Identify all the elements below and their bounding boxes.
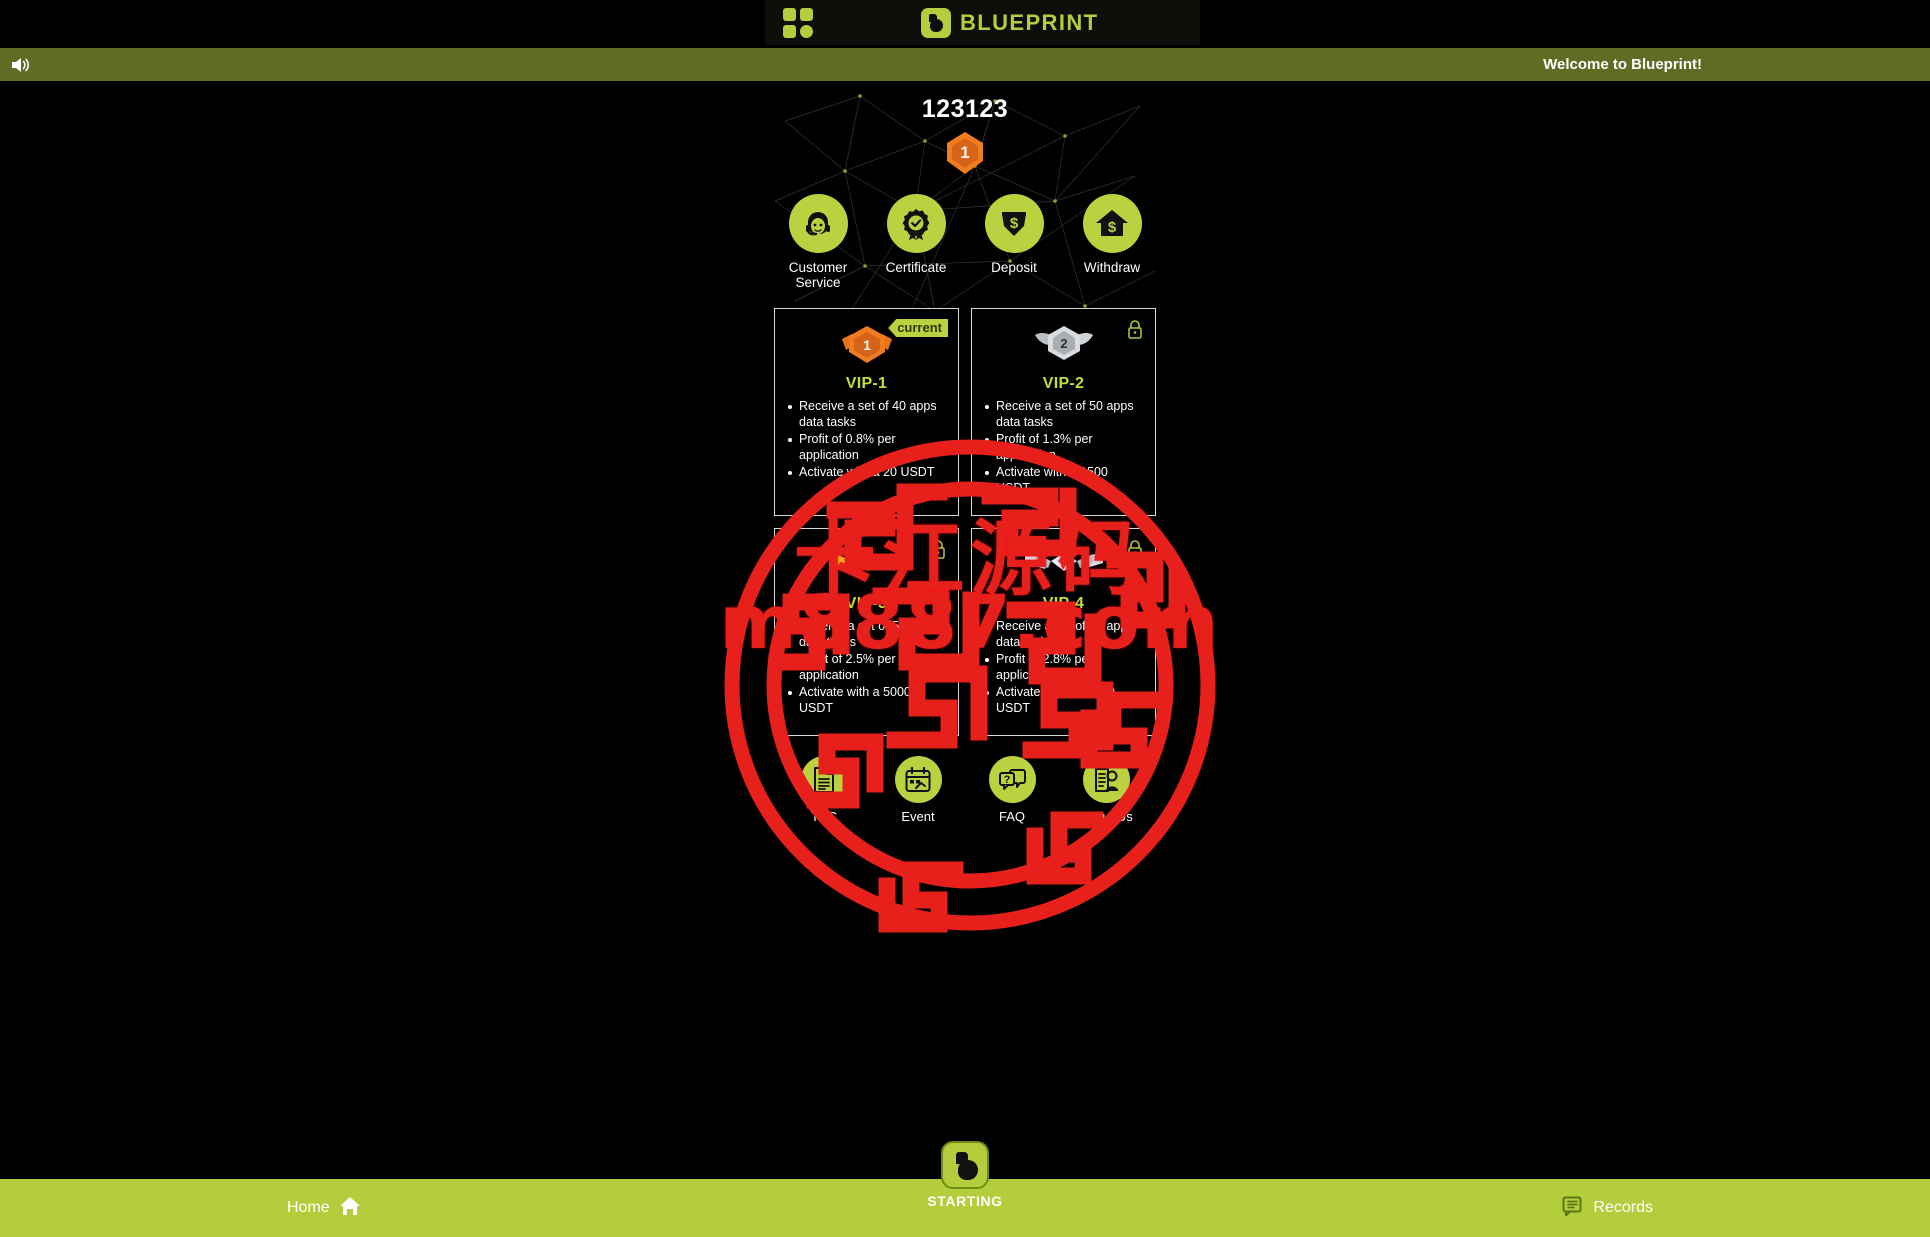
vip-card-header: 4 [982,537,1145,599]
lock-icon [1127,539,1143,564]
info-action-label: Event [901,809,935,824]
vip-benefit: Receive a set of 40 apps data tasks [785,399,948,430]
info-action-faq[interactable]: ? FAQ [979,756,1045,824]
vip-benefit-list: Receive a set of 40 apps data tasks Prof… [785,399,948,481]
vip-benefit: Profit of 0.8% per application [785,432,948,463]
info-action-tc[interactable]: T&C [791,756,857,824]
nav-item-records[interactable]: Records [1562,1196,1653,1221]
quick-action-label: Certificate [885,260,947,275]
quick-action-certificate[interactable]: Certificate [880,194,952,290]
blueprint-logo-icon [921,7,951,38]
vip-benefit: Profit of 2.8% per application [982,652,1145,683]
top-header-bar: BLUEPRINT [765,0,1200,45]
grid-cell [800,7,813,21]
home-icon [339,1196,361,1221]
vip-benefit: Profit of 2.5% per application [785,652,948,683]
vip-benefit: Receive a set of 60 apps data tasks [982,619,1145,650]
vip-card-2[interactable]: 2 VIP-2 Receive a set of 50 apps data ta… [971,308,1156,516]
customer-service-icon [788,194,848,253]
lock-icon [930,539,946,564]
vip-benefit: Profit of 1.3% per application [982,432,1145,463]
vip-card-header: 3 [785,537,948,599]
svg-text:$: $ [1010,215,1019,232]
grid-cell [783,24,796,38]
speaker-icon[interactable] [10,55,32,75]
nav-item-home[interactable]: Home [287,1196,361,1221]
welcome-message: Welcome to Blueprint! [1543,56,1702,73]
deposit-icon: $ [984,194,1044,253]
nav-home-label: Home [287,1199,330,1216]
vip-benefit: Activate with a 1500 USDT [982,465,1145,496]
vip-card-header: 2 [982,317,1145,379]
quick-action-label: Deposit [991,260,1037,275]
svg-text:?: ? [1004,774,1011,786]
faq-chat-icon: ? [988,756,1036,803]
info-action-about-us[interactable]: About Us [1073,756,1139,824]
starting-button[interactable]: STARTING [905,1141,1025,1209]
blueprint-logo-icon [941,1141,989,1189]
svg-text:1: 1 [863,337,871,353]
vip-benefit-list: Receive a set of 55 apps data tasks Prof… [785,619,948,716]
vip-card-3[interactable]: 3 VIP-3 Receive a set of 55 apps data ta… [774,528,959,736]
quick-action-customer-service[interactable]: Customer Service [782,194,854,290]
svg-text:2: 2 [1060,336,1067,351]
vip-card-4[interactable]: 4 VIP-4 Receive a set of 60 apps data ta… [971,528,1156,736]
vip-benefit: Activate with a 20 USDT [785,465,948,481]
svg-text:1: 1 [960,143,969,162]
quick-actions-row: Customer Service Certificate $ Deposit $… [765,194,1165,290]
vip-benefit: Receive a set of 50 apps data tasks [982,399,1145,430]
vip-current-badge: current [888,319,948,337]
info-action-event[interactable]: Event [885,756,951,824]
vip-benefit: Activate with a 5000 USDT [785,685,948,716]
calendar-event-icon [894,756,942,803]
certificate-icon [886,194,946,253]
brand-logo: BLUEPRINT [921,7,1099,38]
svg-text:$: $ [1108,219,1117,236]
info-action-label: About Us [1079,809,1133,824]
quick-action-withdraw[interactable]: $ Withdraw [1076,194,1148,290]
withdraw-icon: $ [1082,194,1142,253]
info-actions-row: T&C Event ? FAQ About Us [765,756,1165,824]
vip-benefit: Activate with a 10000 USDT [982,685,1145,716]
grid-cell [800,24,813,38]
grid-cell [783,7,796,21]
welcome-banner: Welcome to Blueprint! [0,48,1930,81]
grid-apps-icon[interactable] [783,7,813,38]
brand-name: BLUEPRINT [960,9,1099,35]
nav-records-label: Records [1593,1199,1653,1216]
vip-card-header: 1 current [785,317,948,379]
vip-benefit-list: Receive a set of 50 apps data tasks Prof… [982,399,1145,496]
quick-action-label: Withdraw [1083,260,1141,275]
username-label: 123123 [921,95,1009,123]
silver-medal-2-icon: 2 [1031,321,1097,374]
vip-benefit: Receive a set of 55 apps data tasks [785,619,948,650]
info-action-label: T&C [811,809,837,824]
vip-benefit-list: Receive a set of 60 apps data tasks Prof… [982,619,1145,716]
main-content-column: 123123 1 Customer Service Certificate $ … [765,81,1165,1156]
records-icon [1562,1196,1584,1221]
gold-medal-3-icon: 3 [827,541,907,594]
bronze-medal-1-icon: 1 [836,321,898,374]
quick-action-deposit[interactable]: $ Deposit [978,194,1050,290]
platinum-medal-4-icon: 4 [1021,541,1107,594]
vip-rank-badge: 1 [765,126,1165,188]
starting-label: STARTING [927,1193,1003,1209]
svg-text:3: 3 [863,556,869,568]
app-screen: BLUEPRINT Welcome to Blueprint! 123123 1… [0,0,1930,1237]
vip-levels-grid: 1 current VIP-1 Receive a set of 40 apps… [765,308,1165,736]
info-action-label: FAQ [998,809,1025,824]
lock-icon [1127,319,1143,344]
svg-text:4: 4 [1061,557,1067,568]
about-us-icon [1082,756,1130,803]
quick-action-label: Customer Service [788,260,848,290]
terms-document-icon [800,756,848,803]
vip-card-1[interactable]: 1 current VIP-1 Receive a set of 40 apps… [774,308,959,516]
